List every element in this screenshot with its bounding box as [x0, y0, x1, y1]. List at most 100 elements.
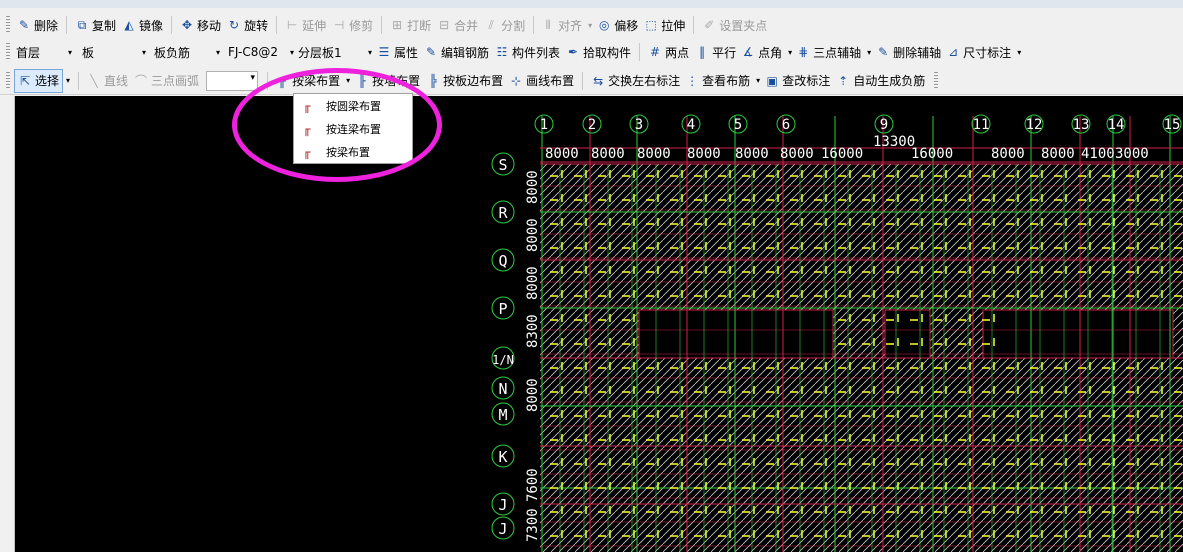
column-axis-label: 6	[782, 117, 790, 133]
copy-icon: ⧉	[77, 18, 87, 32]
chevron-down-icon: ▾	[215, 47, 220, 57]
chevron-down-icon: ▾	[346, 76, 351, 85]
row-axis-label: J	[498, 496, 507, 514]
toolbar-grip[interactable]	[6, 71, 10, 90]
component-name-select[interactable]: FJ-C8@2 ▾	[226, 42, 296, 62]
extend-button[interactable]: ⊢ 延伸	[282, 14, 329, 36]
toolbar-grip[interactable]	[6, 16, 10, 34]
sub-type-select[interactable]: 板负筋 ▾	[152, 42, 222, 62]
edit-label-button[interactable]: ▣ 查改标注	[762, 70, 833, 92]
line-button[interactable]: ╲ 直线	[84, 70, 131, 92]
move-button[interactable]: ✥ 移动	[177, 14, 224, 36]
column-dimension-text: 8000	[591, 146, 625, 162]
chevron-down-icon: ▾	[367, 47, 372, 57]
column-axis-label: 5	[734, 117, 742, 133]
toolbar-separator	[276, 16, 278, 34]
beam-layout-menu: ╓ 按圆梁布置 ╓ 按连梁布置 ╓ 按梁布置	[293, 93, 413, 164]
menu-item-ring-beam[interactable]: ╓ 按圆梁布置	[294, 94, 412, 117]
menu-item-beam[interactable]: ╓ 按梁布置	[294, 140, 412, 163]
column-dimension-text: 3000	[1115, 146, 1149, 162]
mirror-icon: ◭	[124, 18, 134, 32]
trim-button[interactable]: ⊣ 修剪	[329, 14, 376, 36]
column-dimension-text: 8000	[637, 146, 671, 162]
row-axis-label: R	[498, 204, 508, 222]
offset-button[interactable]: ◎ 偏移	[594, 14, 641, 36]
break-icon: ⊞	[392, 18, 403, 32]
toolbar-grip[interactable]	[934, 71, 939, 90]
column-axis-label: 13	[1073, 117, 1090, 133]
row-dimension-text: 8000	[525, 218, 541, 252]
swap-label-button[interactable]: ⇆ 交换左右标注	[588, 70, 683, 92]
properties-button[interactable]: ☰ 属性	[374, 41, 421, 63]
pick-component-icon: ✒	[568, 45, 579, 59]
grip-point-icon: ✐	[704, 18, 715, 32]
floor-select[interactable]: 首层 ▾	[14, 42, 74, 62]
merge-button[interactable]: ⊟ 合并	[434, 14, 481, 36]
row-dimension-text: 7600	[525, 468, 541, 502]
column-dimension-text: 8000	[780, 146, 814, 162]
parallel-button[interactable]: ‖ 平行	[692, 41, 739, 63]
component-type-select[interactable]: 板 ▾	[80, 42, 148, 62]
row-dimension-text: 8000	[525, 170, 541, 204]
column-axis-label: 1	[540, 117, 548, 133]
wall-layout-icon: ╟	[358, 73, 366, 88]
slab-edge-layout-icon: ╠	[429, 73, 437, 88]
toolbar-separator	[582, 71, 584, 90]
slab-edge-layout-button[interactable]: ╠ 按板边布置	[423, 70, 506, 92]
column-dimension-text: 8000	[991, 146, 1025, 162]
column-dimension-text: 8000	[687, 146, 721, 162]
beam-icon: ╓	[303, 144, 311, 159]
draw-line-layout-button[interactable]: ⊹ 画线布置	[506, 70, 577, 92]
toolbar-grip[interactable]	[6, 43, 10, 61]
row-axis-label: P	[498, 300, 507, 318]
floor-plan[interactable]: 1 2 3 4 5 6 9 11 12 13 14 158000 8000 8000 8000 8000 800…	[15, 96, 1183, 552]
column-dimension-text: 16000	[821, 146, 863, 162]
pick-component-button[interactable]: ✒ 拾取构件	[563, 41, 634, 63]
align-dropdown[interactable]: ⫴ 对齐 ▾	[539, 15, 594, 35]
opening-2	[982, 309, 1174, 359]
mirror-button[interactable]: ◭ 镜像	[119, 14, 166, 36]
two-point-button[interactable]: # 两点	[645, 41, 692, 63]
drawing-canvas[interactable]: 1 2 3 4 5 6 9 11 12 13 14 15 8000 8000 8000 8000 8000 800…	[15, 96, 1183, 552]
dimension-dropdown[interactable]: ⊿ 尺寸标注 ▾	[944, 42, 1023, 62]
three-point-axis-dropdown[interactable]: ⋕ 三点辅轴 ▾	[794, 42, 873, 62]
layer-select[interactable]: 分层板1 ▾	[296, 42, 374, 62]
delete-axis-button[interactable]: ✎ 删除辅轴	[873, 41, 944, 63]
chevron-down-icon: ▾	[867, 47, 872, 57]
select-button[interactable]: ⇱ 选择	[14, 68, 64, 93]
delete-button[interactable]: ✎ 删除	[14, 14, 61, 36]
copy-button[interactable]: ⧉ 复制	[72, 14, 119, 36]
rotate-button[interactable]: ↻ 旋转	[224, 14, 271, 36]
split-button[interactable]: ⫽ 分割	[481, 14, 528, 36]
edit-rebar-button[interactable]: ✎ 编辑钢筋	[421, 41, 492, 63]
toolbar-separator	[381, 16, 383, 34]
auto-generate-button[interactable]: ⇡ 自动生成负筋	[833, 70, 928, 92]
row-axis-label: M	[498, 406, 507, 424]
arc-button[interactable]: ⌒ 三点画弧	[131, 70, 202, 92]
point-angle-dropdown[interactable]: ∡ 点角 ▾	[739, 42, 794, 62]
edit-label-icon: ▣	[766, 73, 778, 88]
draw-mode-select[interactable]	[206, 70, 259, 91]
view-rebar-dropdown[interactable]: ⋮ 查看布筋 ▾	[683, 71, 762, 91]
trim-icon: ⊣	[333, 18, 345, 32]
stretch-button[interactable]: ⬚ 拉伸	[641, 14, 688, 36]
three-point-axis-icon: ⋕	[798, 45, 809, 59]
menu-item-coupling-beam[interactable]: ╓ 按连梁布置	[294, 117, 412, 140]
toolbar-separator	[267, 71, 269, 90]
view-rebar-icon: ⋮	[686, 73, 699, 88]
component-list-button[interactable]: ☷ 构件列表	[492, 41, 563, 63]
chevron-down-icon: ▾	[1017, 47, 1022, 57]
chevron-down-icon[interactable]: ▾	[66, 76, 70, 85]
column-dimension-text: 8000	[545, 146, 579, 162]
delete-icon: ✎	[18, 18, 30, 32]
grip-point-button[interactable]: ✐ 设置夹点	[699, 14, 770, 36]
column-axis-label: 9	[880, 117, 888, 133]
edit-toolbar: ✎ 删除 ⧉ 复制 ◭ 镜像 ✥ 移动 ↻ 旋转 ⊢ 延伸 ⊣ 修剪 ⊞ 打断 ⊟ 合并 ⫽ 分割 …	[0, 12, 1183, 38]
chevron-down-icon: ▾	[588, 20, 593, 30]
break-button[interactable]: ⊞ 打断	[387, 14, 434, 36]
beam-layout-dropdown[interactable]: ╓ 按梁布置 ▾	[273, 71, 352, 91]
wall-layout-button[interactable]: ╟ 按墙布置	[352, 70, 423, 92]
align-icon: ⫴	[545, 18, 551, 32]
toolbar-separator	[693, 16, 695, 34]
chevron-down-icon: ▾	[289, 47, 294, 57]
